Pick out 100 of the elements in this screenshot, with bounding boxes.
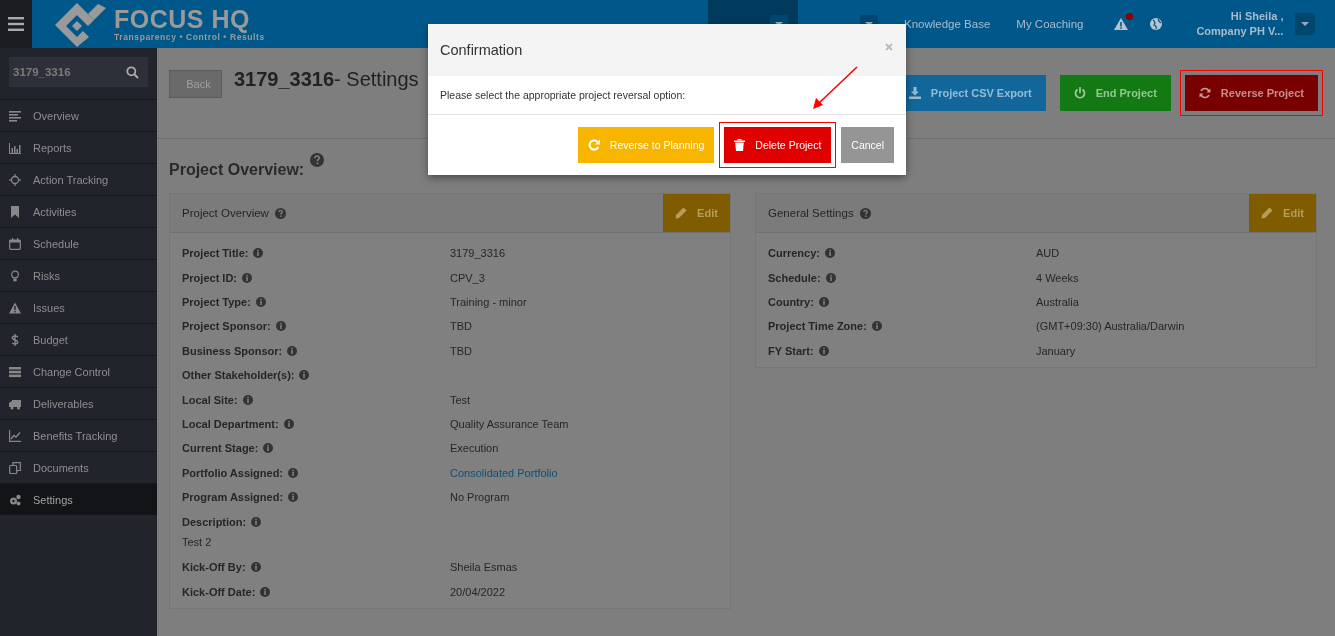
stack-icon	[9, 365, 21, 378]
refresh-icon	[1198, 87, 1211, 99]
logo-tagline: Transparency • Control • Results	[114, 32, 265, 42]
trash-icon	[734, 139, 746, 151]
field-value: Australia	[1036, 295, 1079, 308]
field-value: Quality Assurance Team	[450, 417, 569, 430]
warning-icon[interactable]	[1113, 16, 1130, 32]
info-icon[interactable]	[299, 370, 310, 381]
field-label: Schedule:	[768, 271, 821, 284]
reverse-project-button[interactable]: Reverse Project	[1184, 75, 1318, 111]
info-icon[interactable]	[824, 248, 835, 259]
pencil-icon	[675, 207, 688, 219]
bars-icon	[9, 141, 21, 154]
info-icon[interactable]	[275, 321, 286, 332]
nav-item[interactable]: My Coaching	[1000, 0, 1094, 48]
field-label: Other Stakeholder(s):	[182, 369, 295, 382]
field-value: Execution	[450, 442, 499, 455]
field-value: 4 Weeks	[1036, 271, 1079, 284]
field-label: Currency:	[768, 247, 820, 260]
crosshair-icon	[9, 173, 21, 186]
search-field[interactable]: 3179_3316	[9, 57, 148, 87]
user-greeting: Hi Sheila ,	[1230, 9, 1284, 24]
sidebar-item[interactable]: Reports	[0, 131, 157, 163]
company-name: Company PH V...	[1196, 24, 1284, 39]
field-label: Project Title:	[182, 247, 249, 260]
sidebar-item[interactable]: Action Tracking	[0, 163, 157, 195]
field-value: CPV_3	[450, 271, 485, 284]
info-icon[interactable]	[242, 394, 253, 405]
help-icon[interactable]	[274, 207, 286, 219]
chart-icon	[9, 429, 21, 442]
sidebar-item[interactable]: Issues	[0, 291, 157, 323]
sidebar-item[interactable]: Settings	[0, 483, 157, 515]
field-label: Local Site:	[182, 393, 238, 406]
caret-icon	[1301, 22, 1310, 26]
field-label: Country:	[768, 295, 814, 308]
download-icon	[908, 87, 921, 99]
sidebar-item[interactable]: Schedule	[0, 227, 157, 259]
field-value: Test 2	[182, 536, 212, 549]
info-icon[interactable]	[260, 586, 271, 597]
pencil-icon	[1261, 207, 1274, 219]
page-title: 3179_3316- Settings	[234, 68, 419, 91]
bulb-icon	[9, 269, 21, 282]
sidebar-item[interactable]: Deliverables	[0, 387, 157, 419]
field-value: 3179_3316	[450, 247, 506, 260]
field-label: Kick-Off By:	[182, 561, 246, 574]
globe-icon[interactable]	[1149, 17, 1164, 31]
field-label: Current Stage:	[182, 442, 259, 455]
close-icon[interactable]	[885, 43, 893, 51]
warning-icon	[9, 301, 21, 314]
card-title: General Settings	[768, 207, 854, 219]
gears-icon	[9, 493, 21, 506]
end-project-button[interactable]: End Project	[1059, 75, 1171, 111]
field-label: Project Sponsor:	[182, 320, 271, 333]
dollar-icon	[9, 333, 21, 346]
annotation-arrow	[810, 65, 860, 111]
info-icon[interactable]	[825, 272, 836, 283]
field-value: Training - minor	[450, 295, 527, 308]
info-icon[interactable]	[251, 517, 262, 528]
field-value: Sheila Esmas	[450, 561, 518, 574]
info-icon[interactable]	[250, 562, 261, 573]
sidebar-item[interactable]: Budget	[0, 323, 157, 355]
info-icon[interactable]	[253, 248, 264, 259]
info-icon[interactable]	[288, 467, 299, 478]
sidebar-item[interactable]: Overview	[0, 99, 157, 131]
refresh-icon	[587, 139, 600, 151]
info-icon[interactable]	[255, 296, 266, 307]
info-icon[interactable]	[287, 345, 298, 356]
field-value: No Program	[450, 491, 510, 504]
field-value: AUD	[1036, 247, 1060, 260]
menu-icon[interactable]	[0, 0, 32, 48]
info-icon[interactable]	[263, 443, 274, 454]
help-icon[interactable]	[859, 207, 871, 219]
info-icon[interactable]	[871, 321, 882, 332]
field-value: (GMT+09:30) Australia/Darwin	[1036, 320, 1185, 333]
calendar-icon	[9, 237, 21, 250]
field-value: TBD	[450, 344, 472, 357]
dropdown-toggle[interactable]	[1295, 13, 1316, 35]
info-icon[interactable]	[283, 418, 294, 429]
sidebar-item[interactable]: Risks	[0, 259, 157, 291]
field-value: January	[1036, 344, 1076, 357]
field-value: Test	[450, 393, 471, 406]
sidebar-item[interactable]: Change Control	[0, 355, 157, 387]
info-icon[interactable]	[818, 296, 829, 307]
field-label: Business Sponsor:	[182, 344, 283, 357]
field-label: Description:	[182, 516, 247, 529]
help-icon[interactable]	[310, 153, 325, 168]
dialog-message: Please select the appropriate project reversal option:	[440, 89, 686, 101]
info-icon[interactable]	[288, 492, 299, 503]
info-icon[interactable]	[242, 272, 252, 283]
logo-name: FOCUS HQ	[114, 6, 251, 32]
sidebar-item[interactable]: Benefits Tracking	[0, 419, 157, 451]
info-icon[interactable]	[818, 345, 829, 356]
dialog-title: Confirmation	[440, 42, 523, 58]
sidebar-item[interactable]: Activities	[0, 195, 157, 227]
field-label: Program Assigned:	[182, 491, 284, 504]
delete-project-button[interactable]: Delete Project	[724, 127, 832, 163]
copy-icon	[9, 461, 21, 474]
field-label: Local Department:	[182, 417, 279, 430]
cancel-button[interactable]: Cancel	[841, 127, 894, 163]
truck-icon	[9, 397, 21, 410]
